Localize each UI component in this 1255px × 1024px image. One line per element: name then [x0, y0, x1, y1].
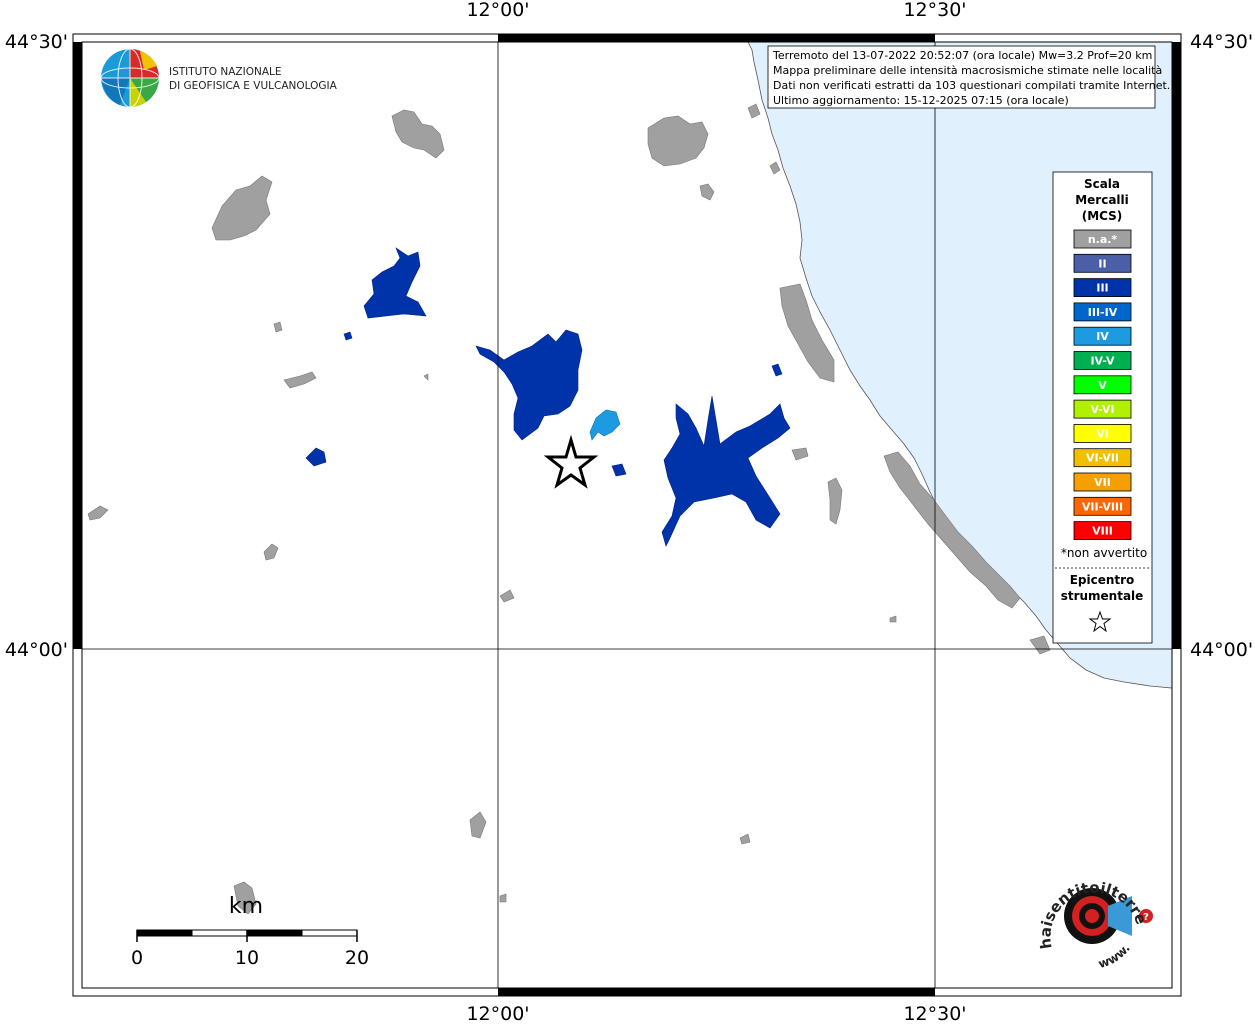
scale-segment-3 — [246, 929, 303, 937]
ingv-name-line-2: DI GEOFISICA E VULCANOLOGIA — [169, 80, 338, 92]
ingv-name-line-1: ISTITUTO NAZIONALE — [169, 66, 282, 78]
legend-swatch-label: II — [1098, 257, 1106, 270]
info-line-4: Ultimo aggiornamento: 15-12-2025 07:15 (… — [773, 94, 1069, 107]
frame-bar-bottom — [498, 988, 935, 996]
legend-title-line-3: (MCS) — [1082, 209, 1123, 223]
frame-bar-top — [498, 34, 935, 42]
legend-swatch-label: IV — [1096, 330, 1109, 343]
city-polygon — [791, 447, 809, 461]
lon-label-bottom-right: 12°30' — [903, 1003, 966, 1024]
city-polygon — [273, 321, 283, 333]
legend-swatch-label: VIII — [1092, 525, 1113, 538]
scale-label-0: 0 — [131, 947, 143, 969]
legend-swatch-label: IV-V — [1090, 355, 1115, 368]
city-polygon — [283, 371, 317, 389]
info-line-1: Terremoto del 13-07-2022 20:52:07 (ora l… — [772, 49, 1152, 62]
ingv-globe-icon — [100, 48, 160, 108]
city-polygon — [87, 505, 109, 521]
lon-label-top-right: 12°30' — [903, 0, 966, 21]
scale-bar: km 0 10 20 — [131, 894, 369, 969]
legend-swatch-label: VII — [1094, 476, 1111, 489]
intensity-iii-area — [661, 395, 791, 547]
city-polygon — [211, 175, 273, 241]
city-polygon — [827, 477, 843, 525]
legend: Scala Mercalli (MCS) n.a.*IIIIIIII-IVIVI… — [1052, 171, 1153, 644]
intensity-iii-area — [343, 331, 353, 341]
info-line-3: Dati non verificati estratti da 103 ques… — [773, 79, 1170, 92]
legend-swatch-label: VII-VIII — [1082, 500, 1123, 513]
city-polygon — [469, 811, 487, 839]
legend-swatch-label: VI-VII — [1086, 452, 1119, 465]
legend-note: *non avvertito — [1061, 546, 1147, 560]
intensity-iii-area — [475, 329, 583, 441]
info-box: Terremoto del 13-07-2022 20:52:07 (ora l… — [767, 45, 1170, 109]
city-polygon — [1029, 635, 1051, 655]
scale-segment-4 — [301, 929, 358, 937]
scale-unit: km — [229, 894, 263, 919]
lat-label-right-bottom: 44°00' — [1190, 639, 1253, 661]
city-polygon — [263, 543, 279, 561]
legend-swatch-label: VI — [1096, 427, 1109, 440]
lat-label-right-top: 44°30' — [1190, 31, 1253, 53]
city-polygon — [889, 615, 897, 623]
legend-epicenter-title-line-1: Epicentro — [1070, 573, 1135, 587]
frame-bar-left — [73, 42, 82, 649]
hsit-www: www. — [1097, 941, 1133, 971]
legend-swatch-label: III-IV — [1088, 306, 1118, 319]
lat-label-left-bottom: 44°00' — [5, 639, 68, 661]
intensity-iv-area — [589, 409, 621, 441]
legend-title-line-1: Scala — [1084, 177, 1120, 191]
legend-swatch-label: V — [1098, 379, 1107, 392]
lon-label-top-left: 12°00' — [466, 0, 529, 21]
city-polygon — [423, 373, 429, 381]
legend-swatch-label: V-VI — [1090, 403, 1114, 416]
scale-label-20: 20 — [345, 947, 369, 969]
epicenter-star-icon — [543, 434, 599, 489]
lat-label-left-top: 44°30' — [5, 31, 68, 53]
city-polygon — [499, 589, 515, 603]
city-polygon — [769, 161, 781, 175]
city-polygon — [739, 833, 751, 845]
intensity-iii-area — [611, 463, 627, 477]
legend-swatch-label: n.a.* — [1088, 233, 1118, 246]
city-polygon — [647, 115, 709, 167]
intensity-iii-area — [771, 363, 783, 377]
city-polygon — [391, 109, 445, 159]
scale-segment-1 — [136, 929, 193, 937]
info-line-2: Mappa preliminare delle intensità macros… — [773, 64, 1162, 77]
intensity-map: 12°00' 12°30' 12°00' 12°30' 44°30' 44°00… — [0, 0, 1253, 1024]
legend-title-line-2: Mercalli — [1075, 193, 1129, 207]
frame-bar-right — [1172, 42, 1181, 649]
scale-label-10: 10 — [235, 947, 259, 969]
intensity-iii-area — [363, 247, 427, 319]
intensity-iii-polygons — [305, 247, 791, 547]
scale-segment-2 — [191, 929, 248, 937]
intensity-iii-area — [305, 447, 327, 467]
city-polygon — [747, 103, 761, 119]
ingv-logo: ISTITUTO NAZIONALE DI GEOFISICA E VULCAN… — [100, 48, 338, 108]
legend-epicenter-title-line-2: strumentale — [1061, 589, 1144, 603]
city-polygon — [699, 183, 715, 201]
legend-swatch-label: III — [1096, 282, 1108, 295]
lon-label-bottom-left: 12°00' — [466, 1003, 529, 1024]
city-polygon — [499, 893, 507, 903]
